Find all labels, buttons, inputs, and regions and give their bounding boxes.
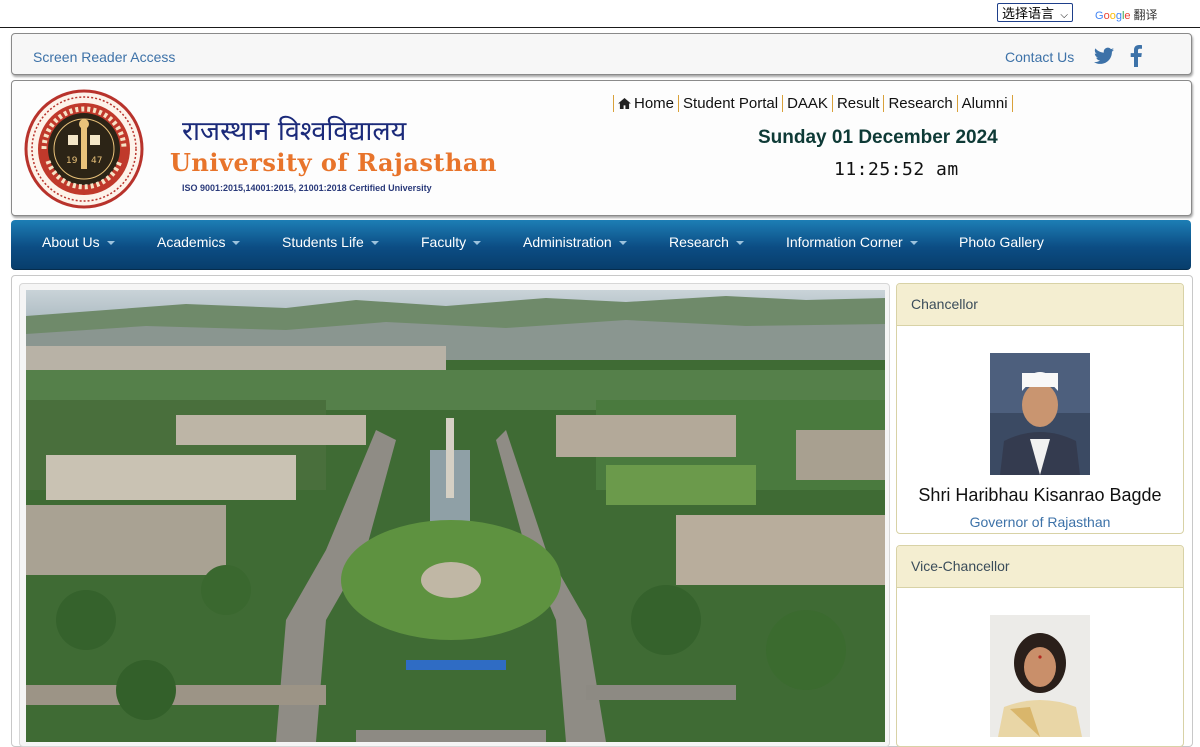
vice-chancellor-portrait	[990, 615, 1090, 737]
svg-text:47: 47	[91, 156, 102, 166]
dropdown-caret-icon	[735, 241, 744, 245]
dropdown-caret-icon	[618, 241, 627, 245]
quick-link-research[interactable]: Research	[883, 95, 957, 112]
facebook-icon[interactable]	[1130, 45, 1142, 67]
dropdown-caret-icon	[473, 241, 482, 245]
quick-link-alumni[interactable]: Alumni	[956, 95, 1013, 112]
nav-academics[interactable]: Academics	[157, 234, 241, 250]
quick-link-result[interactable]: Result	[831, 95, 884, 112]
nav-research[interactable]: Research	[669, 234, 744, 250]
vice-chancellor-heading: Vice-Chancellor	[897, 546, 1183, 588]
dropdown-caret-icon	[909, 241, 918, 245]
chancellor-name: Shri Haribhau Kisanrao Bagde	[918, 485, 1162, 505]
language-select-label: 选择语言	[1002, 6, 1055, 21]
university-name-english: University of Rajasthan	[170, 148, 497, 177]
main-navigation: About Us Academics Students Life Faculty…	[11, 220, 1191, 270]
quick-link-student-portal[interactable]: Student Portal	[678, 95, 783, 112]
utility-bar: Screen Reader Access Contact Us	[11, 33, 1192, 75]
current-date: Sunday 01 December 2024	[758, 127, 998, 148]
site-header: 19 47 राजस्थान विश्वविद्यालय University …	[11, 80, 1192, 216]
chancellor-title[interactable]: Governor of Rajasthan	[897, 514, 1183, 530]
quick-link-daak[interactable]: DAAK	[782, 95, 832, 112]
translate-label: 翻译	[1133, 8, 1158, 22]
google-translate-bar: 选择语言 ⌵ Google 翻译	[0, 0, 1200, 28]
quick-links: Home Student Portal DAAK Result Research Alum…	[613, 95, 1013, 112]
chancellor-card: Chancellor Shri Haribhau Kisanrao Bagde …	[896, 283, 1184, 534]
dropdown-caret-icon	[370, 241, 379, 245]
current-time: 11:25:52 am	[834, 159, 959, 180]
university-name-hindi: राजस्थान विश्वविद्यालय	[182, 116, 407, 147]
nav-faculty[interactable]: Faculty	[421, 234, 482, 250]
nav-students-life[interactable]: Students Life	[282, 234, 379, 250]
language-select[interactable]: 选择语言 ⌵	[997, 3, 1073, 22]
svg-text:19: 19	[66, 156, 78, 166]
vice-chancellor-card: Vice-Chancellor	[896, 545, 1184, 747]
google-translate-brand[interactable]: Google 翻译	[1095, 6, 1158, 23]
nav-about-us[interactable]: About Us	[42, 234, 115, 250]
screen-reader-link[interactable]: Screen Reader Access	[33, 49, 175, 65]
contact-us-link[interactable]: Contact Us	[1005, 49, 1074, 65]
chancellor-portrait	[990, 353, 1090, 475]
university-seal-logo[interactable]: 19 47	[24, 89, 144, 209]
nav-administration[interactable]: Administration	[523, 234, 627, 250]
dropdown-caret-icon	[232, 241, 241, 245]
google-logo: Google	[1095, 10, 1131, 22]
campus-aerial-photo[interactable]	[26, 290, 885, 742]
campus-aerial-image	[26, 290, 885, 742]
iso-certification: ISO 9001:2015,14001:2015, 21001:2018 Cer…	[182, 183, 432, 193]
home-icon	[618, 98, 631, 109]
dropdown-caret-icon	[106, 241, 115, 245]
twitter-icon[interactable]	[1094, 47, 1114, 65]
nav-information-corner[interactable]: Information Corner	[786, 234, 918, 250]
nav-photo-gallery[interactable]: Photo Gallery	[959, 234, 1044, 250]
quick-link-home[interactable]: Home	[613, 95, 679, 112]
chancellor-heading: Chancellor	[897, 284, 1183, 326]
chevron-down-icon: ⌵	[1060, 10, 1068, 21]
